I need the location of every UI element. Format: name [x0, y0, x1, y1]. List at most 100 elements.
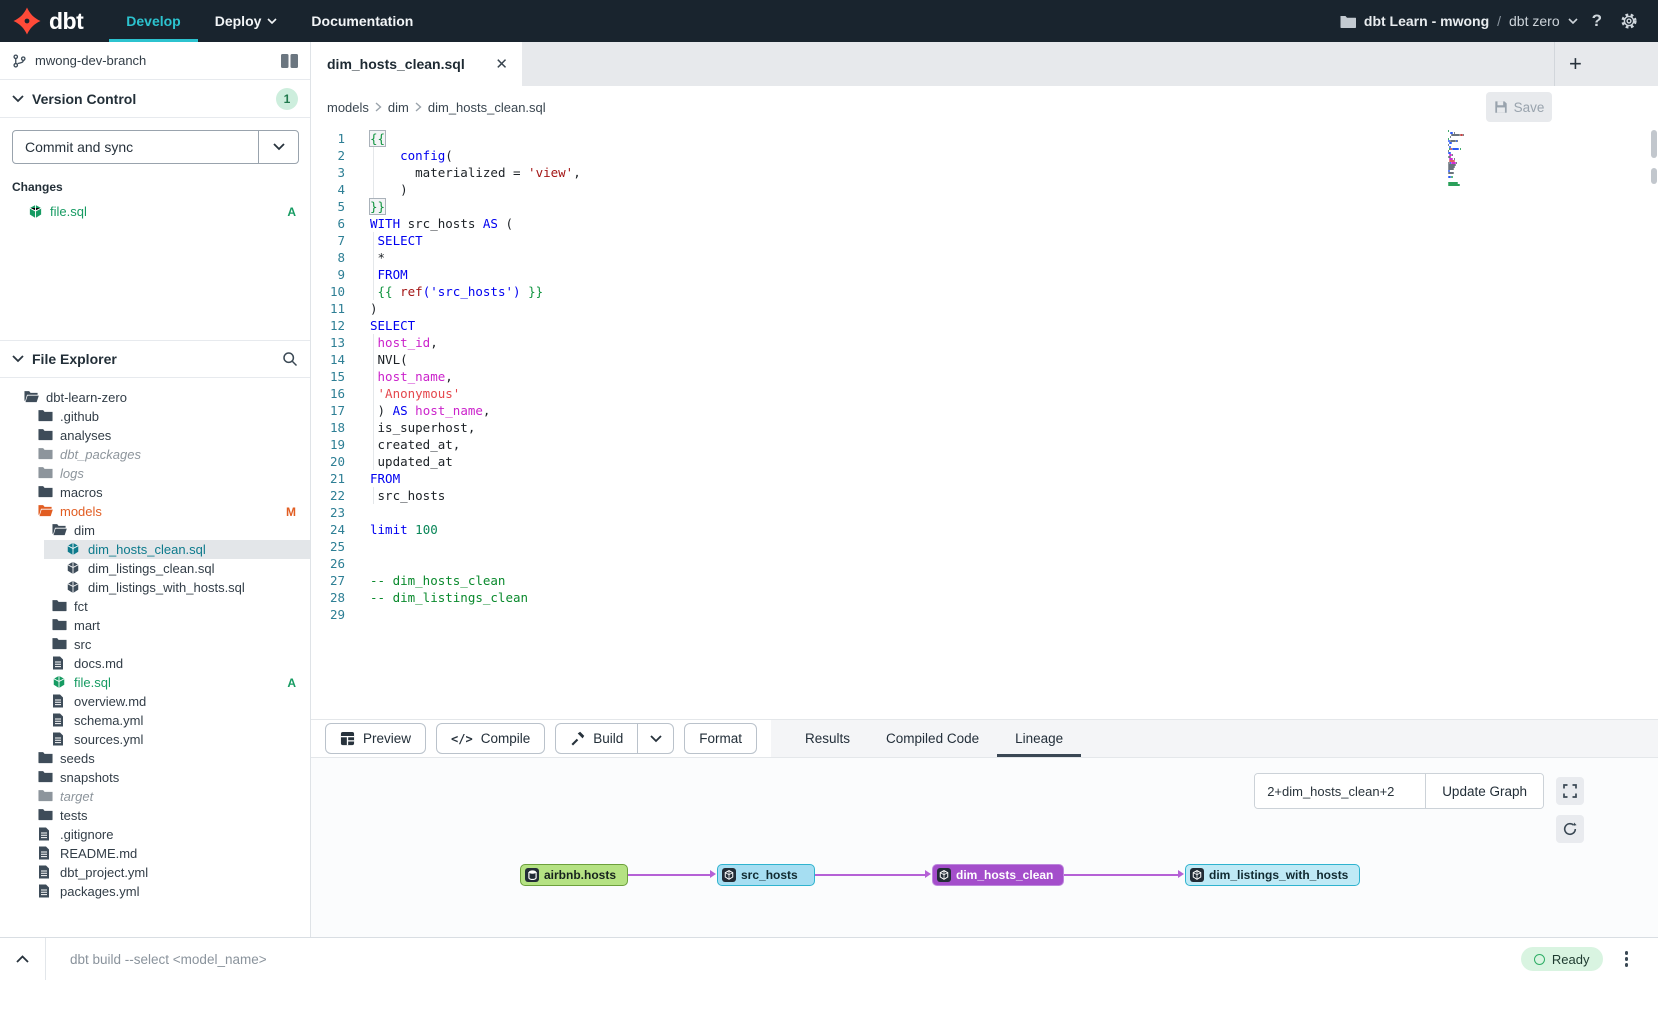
- tree-item-overview-md[interactable]: overview.md: [0, 692, 310, 711]
- code-line[interactable]: FROM: [370, 266, 1458, 283]
- tab-results[interactable]: Results: [787, 720, 868, 757]
- build-button[interactable]: Build: [556, 724, 637, 753]
- tree-item-dim-hosts-clean-sql[interactable]: dim_hosts_clean.sql: [44, 540, 310, 559]
- preview-button[interactable]: Preview: [325, 723, 426, 754]
- tab-lineage[interactable]: Lineage: [997, 720, 1081, 757]
- commit-options-caret[interactable]: [258, 131, 298, 163]
- version-control-header[interactable]: Version Control 1: [0, 80, 310, 118]
- command-menu-kebab[interactable]: [1617, 947, 1637, 971]
- editor-scrollbar[interactable]: [1650, 128, 1658, 719]
- code-line[interactable]: limit 100: [370, 521, 1458, 538]
- new-tab-button[interactable]: +: [1569, 51, 1582, 77]
- tree-item-macros[interactable]: macros: [0, 483, 310, 502]
- tree-item-docs-md[interactable]: docs.md: [0, 654, 310, 673]
- code-line[interactable]: *: [370, 249, 1458, 266]
- tree-item-seeds[interactable]: seeds: [0, 749, 310, 768]
- code-line[interactable]: SELECT: [370, 232, 1458, 249]
- code-lines[interactable]: {{ config( materialized = 'view', )}}WIT…: [370, 130, 1458, 623]
- tree-item-dim[interactable]: dim: [0, 521, 310, 540]
- code-line[interactable]: host_id,: [370, 334, 1458, 351]
- tree-item-target[interactable]: target: [0, 787, 310, 806]
- commit-and-sync-button[interactable]: Commit and sync: [12, 130, 299, 164]
- settings-gear-button[interactable]: [1616, 8, 1642, 34]
- code-line[interactable]: NVL(: [370, 351, 1458, 368]
- code-line[interactable]: [370, 538, 1458, 555]
- code-line[interactable]: created_at,: [370, 436, 1458, 453]
- close-tab-icon[interactable]: ✕: [495, 57, 508, 72]
- tree-item-packages-yml[interactable]: packages.yml: [0, 882, 310, 901]
- compile-button[interactable]: </> Compile: [436, 723, 545, 754]
- code-line[interactable]: [370, 555, 1458, 572]
- code-line[interactable]: [370, 606, 1458, 623]
- lineage-node-dim-hosts-clean[interactable]: dim_hosts_clean: [932, 864, 1064, 886]
- tree-item-logs[interactable]: logs: [0, 464, 310, 483]
- code-line[interactable]: -- dim_hosts_clean: [370, 572, 1458, 589]
- minimap[interactable]: [1448, 130, 1482, 188]
- code-line[interactable]: ) AS host_name,: [370, 402, 1458, 419]
- tree-item--gitignore[interactable]: .gitignore: [0, 825, 310, 844]
- tree-item-dim-listings-with-hosts-sql[interactable]: dim_listings_with_hosts.sql: [0, 578, 310, 597]
- lineage-node-src-hosts[interactable]: src_hosts: [717, 864, 815, 886]
- code-line[interactable]: config(: [370, 147, 1458, 164]
- tree-item-mart[interactable]: mart: [0, 616, 310, 635]
- tree-item-schema-yml[interactable]: schema.yml: [0, 711, 310, 730]
- code-editor[interactable]: 1234567891011121314151617181920212223242…: [311, 128, 1658, 719]
- help-button[interactable]: ?: [1588, 7, 1606, 35]
- save-button[interactable]: Save: [1486, 92, 1552, 122]
- tree-item-snapshots[interactable]: snapshots: [0, 768, 310, 787]
- code-line[interactable]: FROM: [370, 470, 1458, 487]
- format-button[interactable]: Format: [684, 723, 757, 754]
- code-line[interactable]: }}: [370, 198, 1458, 215]
- tree-item-dbt-packages[interactable]: dbt_packages: [0, 445, 310, 464]
- tree-item--github[interactable]: .github: [0, 407, 310, 426]
- tree-item-analyses[interactable]: analyses: [0, 426, 310, 445]
- tree-item-sources-yml[interactable]: sources.yml: [0, 730, 310, 749]
- code-line[interactable]: 'Anonymous': [370, 385, 1458, 402]
- breadcrumb-models[interactable]: models: [327, 100, 369, 115]
- file-explorer-header[interactable]: File Explorer: [0, 340, 310, 378]
- dbt-command-input[interactable]: [46, 952, 1521, 967]
- tree-item-fct[interactable]: fct: [0, 597, 310, 616]
- nav-deploy[interactable]: Deploy: [198, 0, 295, 42]
- code-line[interactable]: is_superhost,: [370, 419, 1458, 436]
- code-line[interactable]: SELECT: [370, 317, 1458, 334]
- tree-item-models[interactable]: modelsM: [0, 502, 310, 521]
- tree-item-dbt-learn-zero[interactable]: dbt-learn-zero: [0, 388, 310, 407]
- breadcrumb-dim[interactable]: dim: [388, 100, 409, 115]
- breadcrumb-file[interactable]: dim_hosts_clean.sql: [428, 100, 546, 115]
- search-icon[interactable]: [282, 351, 298, 367]
- code-line[interactable]: materialized = 'view',: [370, 164, 1458, 181]
- lineage-graph[interactable]: airbnb.hosts src_hosts dim_hosts_clean dim_…: [311, 758, 1658, 937]
- project-selector[interactable]: dbt Learn - mwong / dbt zero: [1340, 13, 1578, 29]
- code-line[interactable]: src_hosts: [370, 487, 1458, 504]
- scrollbar-thumb[interactable]: [1651, 130, 1657, 158]
- code-line[interactable]: [370, 504, 1458, 521]
- branch-row[interactable]: mwong-dev-branch: [0, 42, 310, 80]
- dbt-logo[interactable]: dbt: [0, 0, 109, 42]
- tree-item-readme-md[interactable]: README.md: [0, 844, 310, 863]
- tree-item-src[interactable]: src: [0, 635, 310, 654]
- tree-item-tests[interactable]: tests: [0, 806, 310, 825]
- code-line[interactable]: {{ ref('src_hosts') }}: [370, 283, 1458, 300]
- split-view-icon[interactable]: [281, 54, 298, 68]
- code-line[interactable]: ): [370, 181, 1458, 198]
- nav-documentation[interactable]: Documentation: [294, 0, 430, 42]
- scrollbar-thumb[interactable]: [1651, 168, 1657, 184]
- tree-item-dim-listings-clean-sql[interactable]: dim_listings_clean.sql: [0, 559, 310, 578]
- expand-history-button[interactable]: [0, 938, 46, 980]
- tree-item-file-sql[interactable]: file.sqlA: [0, 673, 310, 692]
- nav-develop[interactable]: Develop: [109, 0, 197, 42]
- code-line[interactable]: WITH src_hosts AS (: [370, 215, 1458, 232]
- code-line[interactable]: updated_at: [370, 453, 1458, 470]
- code-line[interactable]: host_name,: [370, 368, 1458, 385]
- changed-file-row[interactable]: file.sql A: [0, 202, 310, 221]
- lineage-node-dim-listings-with-hosts[interactable]: dim_listings_with_hosts: [1185, 864, 1360, 886]
- build-options-caret[interactable]: [637, 724, 673, 753]
- lineage-node-airbnb-hosts[interactable]: airbnb.hosts: [520, 864, 628, 886]
- tab-compiled-code[interactable]: Compiled Code: [868, 720, 997, 757]
- code-line[interactable]: ): [370, 300, 1458, 317]
- tree-item-dbt-project-yml[interactable]: dbt_project.yml: [0, 863, 310, 882]
- code-line[interactable]: {{: [370, 130, 1458, 147]
- tab-dim-hosts-clean[interactable]: dim_hosts_clean.sql ✕: [311, 42, 522, 86]
- code-line[interactable]: -- dim_listings_clean: [370, 589, 1458, 606]
